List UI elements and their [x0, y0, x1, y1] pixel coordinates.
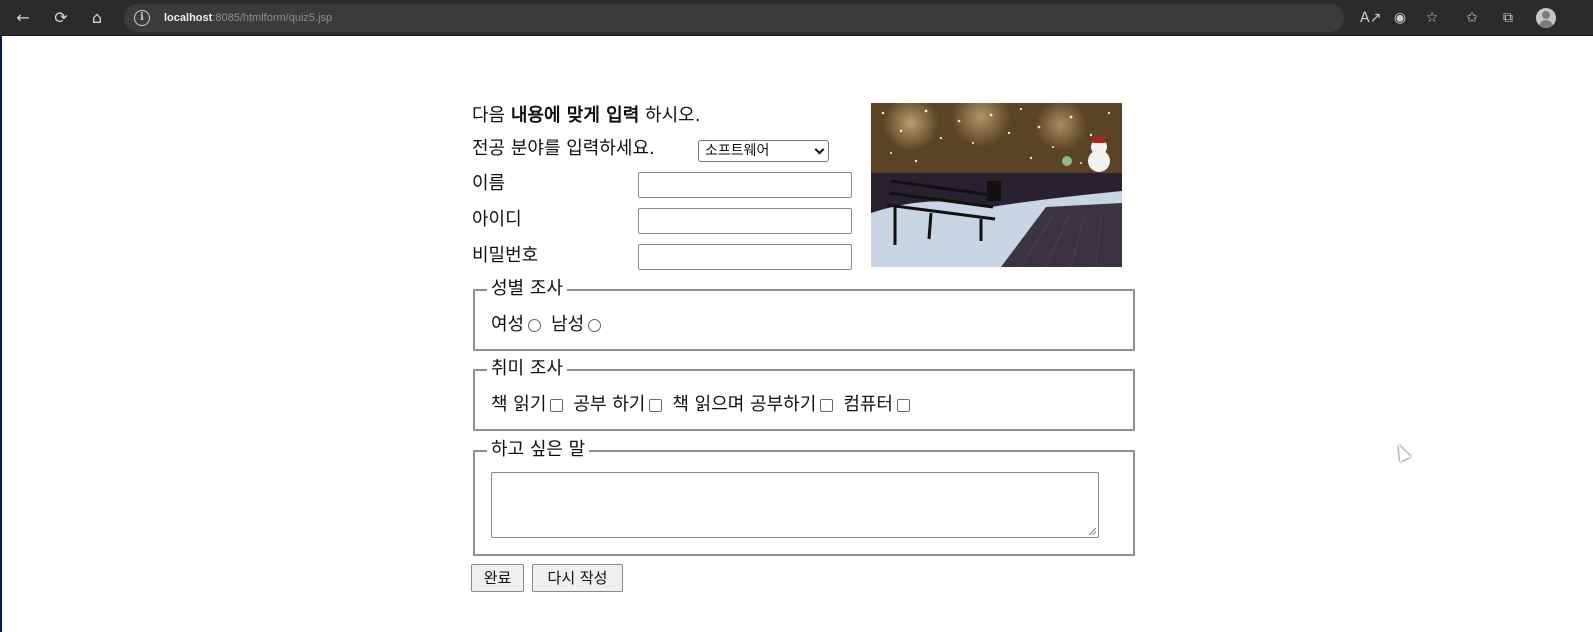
instruction-bold: 내용에 맞게 입력: [510, 105, 640, 126]
hobby-options: 책 읽기 공부 하기 책 읽으며 공부하기 컴퓨터: [491, 393, 920, 417]
hobby-option-label-reading: 책 읽기: [491, 394, 547, 415]
hobby-option-label-computer: 컴퓨터: [843, 394, 893, 415]
mouse-cursor-icon: [1393, 442, 1411, 462]
home-icon[interactable]: ⌂: [84, 6, 110, 30]
instruction-text: 다음 내용에 맞게 입력 하시오.: [472, 104, 700, 128]
gender-legend: 성별 조사: [487, 277, 567, 301]
hobby-studying-checkbox[interactable]: [649, 398, 663, 412]
hobby-option-label-reading-studying: 책 읽으며 공부하기: [672, 394, 817, 415]
favorites-add-icon[interactable]: ☆: [1422, 8, 1442, 28]
reset-button[interactable]: 다시 작성: [532, 564, 623, 592]
gender-female-radio[interactable]: [528, 318, 542, 332]
hobby-computer-checkbox[interactable]: [897, 398, 910, 412]
gender-options: 여성 남성: [491, 313, 611, 337]
major-select[interactable]: 소프트웨어: [698, 140, 829, 162]
info-icon[interactable]: i: [134, 10, 150, 26]
instruction-suffix: 하시오.: [639, 105, 701, 126]
message-fieldset: 하고 싶은 말: [473, 438, 1135, 556]
id-label: 아이디: [472, 209, 522, 230]
address-bar[interactable]: i localhost:8085/htmlform/quiz5.jsp: [124, 4, 1344, 32]
reader-icon[interactable]: ◉: [1390, 8, 1410, 28]
url-path: :8085/htmlform/quiz5.jsp: [212, 12, 333, 24]
name-input[interactable]: [638, 172, 852, 198]
hobby-fieldset: 취미 조사 책 읽기 공부 하기 책 읽으며 공부하기 컴퓨터: [473, 357, 1135, 431]
url-host: localhost: [164, 12, 213, 24]
hobby-option-label-studying: 공부 하기: [573, 394, 646, 415]
chevron-down-icon: [814, 144, 825, 155]
collections-icon[interactable]: ⧉: [1498, 8, 1518, 28]
read-aloud-icon[interactable]: A↗: [1360, 8, 1381, 28]
gender-option-label-female: 여성: [491, 314, 525, 335]
gender-male-radio[interactable]: [588, 318, 602, 332]
hobby-reading-studying-checkbox[interactable]: [820, 398, 834, 412]
password-label: 비밀번호: [472, 245, 539, 266]
gender-fieldset: 성별 조사 여성 남성: [473, 277, 1135, 351]
reload-icon[interactable]: ⟳: [48, 6, 74, 30]
major-selected-value: 소프트웨어: [705, 143, 770, 159]
password-input[interactable]: [638, 244, 852, 270]
winter-park-illustration: [871, 103, 1122, 267]
name-label: 이름: [472, 173, 506, 194]
instruction-prefix: 다음: [472, 105, 511, 126]
gender-option-label-male: 남성: [551, 314, 585, 335]
browser-toolbar: ← ⟳ ⌂ i localhost:8085/htmlform/quiz5.js…: [0, 0, 1593, 36]
winter-park-photo: [871, 103, 1122, 267]
message-textarea[interactable]: [491, 472, 1099, 538]
url-text[interactable]: localhost:8085/htmlform/quiz5.jsp: [164, 10, 332, 26]
page-content: 다음 내용에 맞게 입력 하시오. 전공 분야를 입력하세요. 소프트웨어 이름…: [0, 36, 1593, 632]
favorites-icon[interactable]: ✩: [1462, 8, 1482, 28]
message-legend: 하고 싶은 말: [487, 438, 590, 462]
major-label: 전공 분야를 입력하세요.: [472, 138, 655, 159]
submit-button[interactable]: 완료: [471, 564, 524, 592]
back-icon[interactable]: ←: [10, 6, 36, 30]
profile-icon[interactable]: [1536, 8, 1556, 28]
hobby-legend: 취미 조사: [487, 357, 567, 381]
id-input[interactable]: [638, 208, 852, 234]
hobby-reading-checkbox[interactable]: [550, 398, 564, 412]
